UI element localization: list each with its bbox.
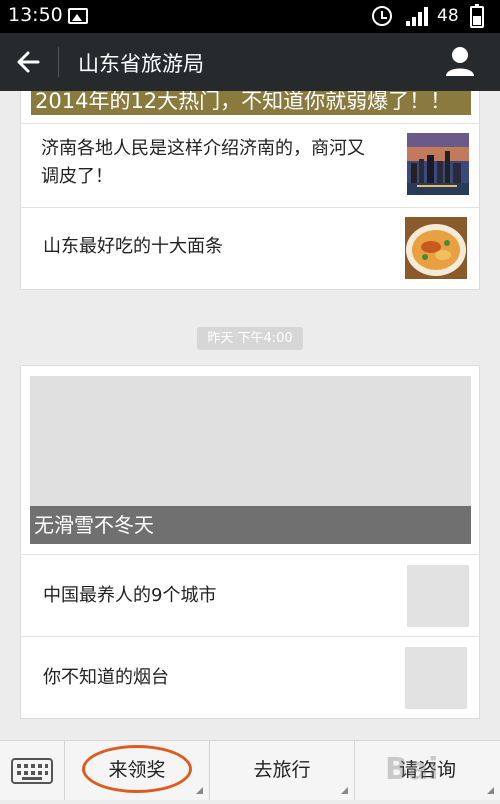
hero-caption: 无滑雪不冬天 xyxy=(30,506,471,544)
article-list-item[interactable]: 济南各地人民是这样介绍济南的，商河又调皮了！ xyxy=(21,123,479,207)
article-card: 2014年的12大热门，不知道你就弱爆了！！ 济南各地人民是这样介绍济南的，商河… xyxy=(20,91,480,290)
divider xyxy=(21,636,479,637)
divider xyxy=(21,554,479,555)
submenu-indicator-icon xyxy=(196,787,203,794)
divider xyxy=(21,123,479,124)
article-list-item[interactable]: 中国最养人的9个城市 xyxy=(21,554,479,636)
divider xyxy=(21,207,479,208)
article-title: 你不知道的烟台 xyxy=(43,667,169,688)
noodle-bowl-image xyxy=(405,217,467,279)
status-bar: 13:50 48 xyxy=(0,0,500,33)
article-title: 中国最养人的9个城市 xyxy=(43,585,217,606)
timestamp-badge: 昨天 下午4:00 xyxy=(197,327,303,350)
article-thumbnail xyxy=(407,565,469,627)
alarm-icon xyxy=(372,6,392,26)
title-bar: 山东省旅游局 xyxy=(0,33,500,91)
page-title: 山东省旅游局 xyxy=(78,52,204,76)
article-hero[interactable]: 无滑雪不冬天 xyxy=(30,376,471,544)
person-icon xyxy=(446,47,474,76)
submenu-indicator-icon xyxy=(487,787,494,794)
article-card: 无滑雪不冬天 中国最养人的9个城市 你不知道的烟台 xyxy=(20,365,480,719)
highlight-oval xyxy=(82,745,192,793)
article-thumbnail xyxy=(405,647,467,709)
article-title: 山东最好吃的十大面条 xyxy=(43,236,223,257)
battery-icon xyxy=(470,4,484,28)
back-arrow-icon xyxy=(17,51,40,73)
watermark-logo: Bai xyxy=(385,752,439,787)
submenu-indicator-icon xyxy=(341,787,348,794)
article-title: 济南各地人民是这样介绍济南的，商河又调皮了！ xyxy=(41,138,365,187)
menu-tab-label: 去旅行 xyxy=(253,759,311,781)
article-list-item[interactable]: 你不知道的烟台 xyxy=(21,636,479,720)
title-separator xyxy=(58,47,59,77)
profile-button[interactable] xyxy=(440,45,480,79)
back-button[interactable] xyxy=(8,43,48,81)
jinan-city-image xyxy=(407,133,469,195)
article-banner[interactable]: 2014年的12大热门，不知道你就弱爆了！！ xyxy=(31,91,471,115)
status-time: 13:50 xyxy=(8,4,63,26)
signal-icon xyxy=(404,6,434,26)
battery-level: 48 xyxy=(437,6,459,26)
keyboard-icon xyxy=(11,758,53,784)
image-notification-icon xyxy=(68,8,88,24)
menu-tab-travel[interactable]: 去旅行 xyxy=(210,741,355,800)
article-list-item[interactable]: 山东最好吃的十大面条 xyxy=(21,207,479,290)
article-banner-title: 2014年的12大热门，不知道你就弱爆了！！ xyxy=(35,91,452,113)
keyboard-toggle-button[interactable] xyxy=(0,741,65,800)
